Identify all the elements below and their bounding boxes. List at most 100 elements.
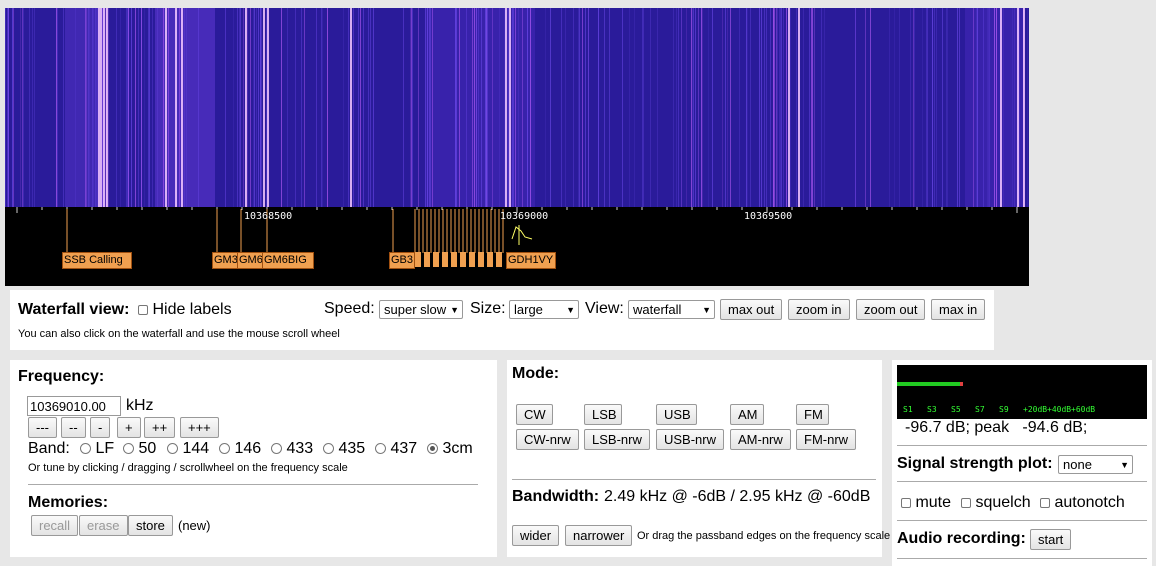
mode-usb-button[interactable]: USB [656,404,697,425]
mode-usb-nrw-button[interactable]: USB-nrw [656,429,725,450]
s-meter-label: +40dB [1047,405,1072,414]
size-select[interactable]: large [509,300,579,319]
mode-am-button[interactable]: AM [730,404,764,425]
marker-gm3[interactable]: GM3 [212,252,238,269]
band-146[interactable]: 146 [219,440,261,458]
band-50-radio[interactable] [123,443,134,455]
mode-cw-button[interactable]: CW [516,404,553,425]
s-meter-label: +20dB [1023,405,1048,414]
marker-ssb-calling[interactable]: SSB Calling [62,252,132,269]
speed-select[interactable]: super slow [379,300,463,319]
mode-panel: Mode: CW LSB USB AM FM CW-nrw LSB-nrw US… [507,360,890,557]
signal-divider-4 [897,558,1147,559]
signal-plot-label: Signal strength plot: [897,455,1053,472]
view-select[interactable]: waterfall [628,300,715,319]
signal-plot-select[interactable]: none [1058,455,1133,474]
band-144-radio[interactable] [167,443,178,455]
max-in-button[interactable]: max in [931,299,986,320]
audio-recording-label: Audio recording: [897,530,1026,547]
waterfall-spectrum[interactable] [5,8,1029,207]
max-out-button[interactable]: max out [720,299,783,320]
hide-labels-checkbox[interactable] [138,304,148,315]
frequency-panel: Frequency: kHz --- -- - + ++ +++ Band: L… [10,360,497,557]
zoom-in-button[interactable]: zoom in [788,299,850,320]
frequency-scale[interactable]: 10368500 10369000 10369500 SSB Calling G… [5,207,1029,286]
mode-divider [512,479,876,480]
s-meter-label: +60dB [1071,405,1096,414]
marker-gb3[interactable]: GB3 [389,252,415,269]
band-435-radio[interactable] [323,443,334,455]
bandwidth-label: Bandwidth: [512,488,600,505]
signal-panel: S1 S3 S5 S7 S9 +20dB +40dB +60dB -96.7 dB; peak… [892,360,1152,566]
s-meter: S1 S3 S5 S7 S9 +20dB +40dB +60dB [897,365,1147,419]
step-down-2-button[interactable]: -- [61,417,86,438]
frequency-unit: kHz [126,397,154,414]
memory-new-note: (new) [178,518,211,533]
recall-button[interactable]: recall [31,515,79,536]
waterfall-controls-panel: Waterfall view: Hide labels Speed: super… [10,290,994,350]
band-lf-radio[interactable] [80,443,91,455]
frequency-title: Frequency: [18,368,105,385]
mute-option[interactable]: mute [901,494,951,512]
view-label: View: [585,300,624,317]
marker-gm6[interactable]: GM6 [237,252,263,269]
passband-indicator [511,226,533,240]
mode-lsb-button[interactable]: LSB [584,404,622,425]
mode-cw-nrw-button[interactable]: CW-nrw [516,429,579,450]
marker-gm6big[interactable]: GM6BIG [262,252,314,269]
signal-divider-1 [897,445,1147,446]
scale-label-10369500: 10369500 [744,211,793,222]
waterfall-display[interactable] [5,8,1029,207]
erase-button[interactable]: erase [79,515,128,536]
s-meter-label: S1 [903,405,913,414]
zoom-out-button[interactable]: zoom out [856,299,926,320]
waterfall-hint: You can also click on the waterfall and … [18,328,340,340]
store-button[interactable]: store [128,515,173,536]
s-meter-label: S7 [975,405,985,414]
step-up-2-button[interactable]: ++ [144,417,176,438]
marker-gdh1vy[interactable]: GDH1VY [506,252,556,269]
mode-am-nrw-button[interactable]: AM-nrw [730,429,791,450]
speed-label: Speed: [324,300,375,317]
step-up-3-button[interactable]: +++ [180,417,219,438]
band-437-radio[interactable] [375,443,386,455]
autonotch-checkbox[interactable] [1040,497,1050,508]
band-lf[interactable]: LF [80,440,114,458]
band-433-radio[interactable] [271,443,282,455]
band-3cm[interactable]: 3cm [427,440,473,458]
scale-label-10368500: 10368500 [244,211,293,222]
band-433[interactable]: 433 [271,440,313,458]
s-meter-bar [897,382,960,386]
mode-fm-nrw-button[interactable]: FM-nrw [796,429,857,450]
squelch-checkbox[interactable] [961,497,971,508]
s-meter-label: S5 [951,405,961,414]
s-meter-label: S3 [927,405,937,414]
recording-start-button[interactable]: start [1030,529,1072,550]
step-up-1-button[interactable]: + [117,417,141,438]
autonotch-option[interactable]: autonotch [1040,494,1125,512]
frequency-input[interactable] [27,396,121,416]
band-144[interactable]: 144 [167,440,209,458]
mode-fm-button[interactable]: FM [796,404,829,425]
hide-labels-option[interactable]: Hide labels [138,301,232,319]
s-meter-label: S9 [999,405,1009,414]
step-down-1-button[interactable]: - [90,417,111,438]
scale-label-10369000: 10369000 [500,211,549,222]
waterfall-view-title: Waterfall view: [18,301,130,318]
band-50[interactable]: 50 [123,440,156,458]
band-146-radio[interactable] [219,443,230,455]
band-label: Band: [28,440,70,457]
step-down-3-button[interactable]: --- [28,417,57,438]
s-meter-peak [959,382,963,386]
mode-lsb-nrw-button[interactable]: LSB-nrw [584,429,650,450]
wider-button[interactable]: wider [512,525,560,546]
mode-title: Mode: [512,365,560,382]
signal-divider-3 [897,520,1147,521]
band-435[interactable]: 435 [323,440,365,458]
band-437[interactable]: 437 [375,440,417,458]
squelch-option[interactable]: squelch [961,494,1031,512]
mute-checkbox[interactable] [901,497,911,508]
tune-hint: Or tune by clicking / dragging / scrollw… [28,462,348,474]
narrower-button[interactable]: narrower [565,525,633,546]
band-3cm-radio[interactable] [427,443,438,455]
